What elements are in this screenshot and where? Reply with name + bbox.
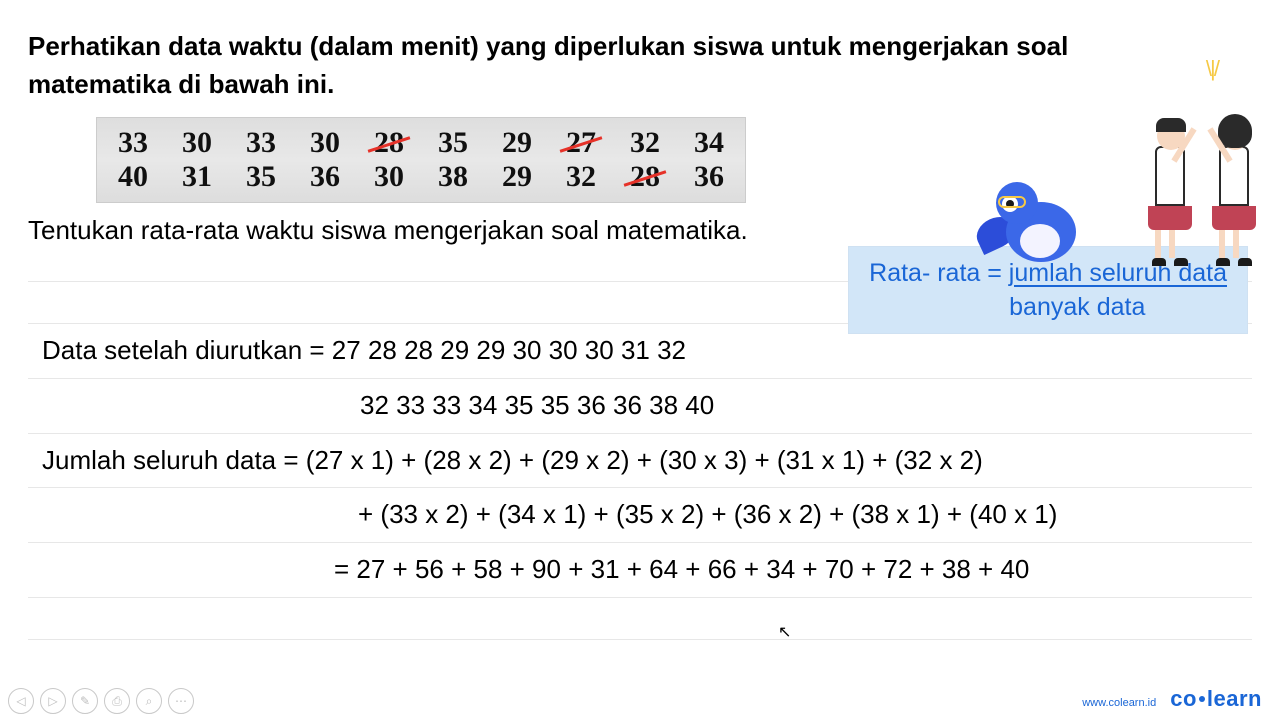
bottom-bar: ◁ ▷ ✎ ⎙ ⌕ ⋯ www.colearn.id colearn: [0, 676, 1280, 720]
data-cell: 31: [177, 160, 217, 194]
data-cell: 40: [113, 160, 153, 194]
data-cell: 38: [433, 160, 473, 194]
sum-line-2: + (33 x 2) + (34 x 1) + (35 x 2) + (36 x…: [28, 488, 1252, 543]
next-button[interactable]: ▷: [40, 688, 66, 714]
data-cell: 30: [177, 126, 217, 160]
data-row-1: 33 30 33 30 28 35 29 27 32 34: [113, 126, 729, 160]
work-area: Rata- rata = jumlah seluruh data banyak …: [28, 254, 1252, 639]
formula-denominator: banyak data: [869, 291, 1227, 325]
student-girl-icon: [1212, 146, 1256, 266]
data-cell: 30: [305, 126, 345, 160]
data-cell: 33: [113, 126, 153, 160]
illustration: \ | /: [976, 56, 1272, 266]
data-cell: 32: [625, 126, 665, 160]
sum-line-3: = 27 + 56 + 58 + 90 + 31 + 64 + 66 + 34 …: [28, 543, 1252, 598]
pan-button[interactable]: ⎙: [104, 688, 130, 714]
sum-line-1: Jumlah seluruh data = (27 x 1) + (28 x 2…: [28, 434, 1252, 489]
data-cell: 29: [497, 126, 537, 160]
sorted-data-line-2: 32 33 33 34 35 35 36 36 38 40: [28, 379, 1252, 434]
prev-button[interactable]: ◁: [8, 688, 34, 714]
problem-heading: Perhatikan data waktu (dalam menit) yang…: [28, 28, 1098, 103]
data-cell: 33: [241, 126, 281, 160]
data-cell-struck: 27: [561, 126, 601, 160]
data-row-2: 40 31 35 36 30 38 29 32 28 36: [113, 160, 729, 194]
data-cell-struck: 28: [369, 126, 409, 160]
data-cell: 32: [561, 160, 601, 194]
site-url: www.colearn.id: [1082, 697, 1156, 709]
student-boy-icon: [1148, 146, 1192, 266]
data-cell: 30: [369, 160, 409, 194]
sparkle-icon: \ | /: [1206, 56, 1216, 82]
pen-button[interactable]: ✎: [72, 688, 98, 714]
zoom-button[interactable]: ⌕: [136, 688, 162, 714]
data-cell: 36: [689, 160, 729, 194]
data-cell: 29: [497, 160, 537, 194]
video-controls: ◁ ▷ ✎ ⎙ ⌕ ⋯: [8, 688, 194, 714]
cursor-icon: ↖: [778, 622, 791, 642]
mascot-bird-icon: [976, 168, 1096, 268]
data-cell-struck: 28: [625, 160, 665, 194]
data-cell: 35: [241, 160, 281, 194]
data-cell: 35: [433, 126, 473, 160]
more-button[interactable]: ⋯: [168, 688, 194, 714]
brand-logo: colearn: [1170, 686, 1262, 712]
data-cell: 36: [305, 160, 345, 194]
data-cell: 34: [689, 126, 729, 160]
